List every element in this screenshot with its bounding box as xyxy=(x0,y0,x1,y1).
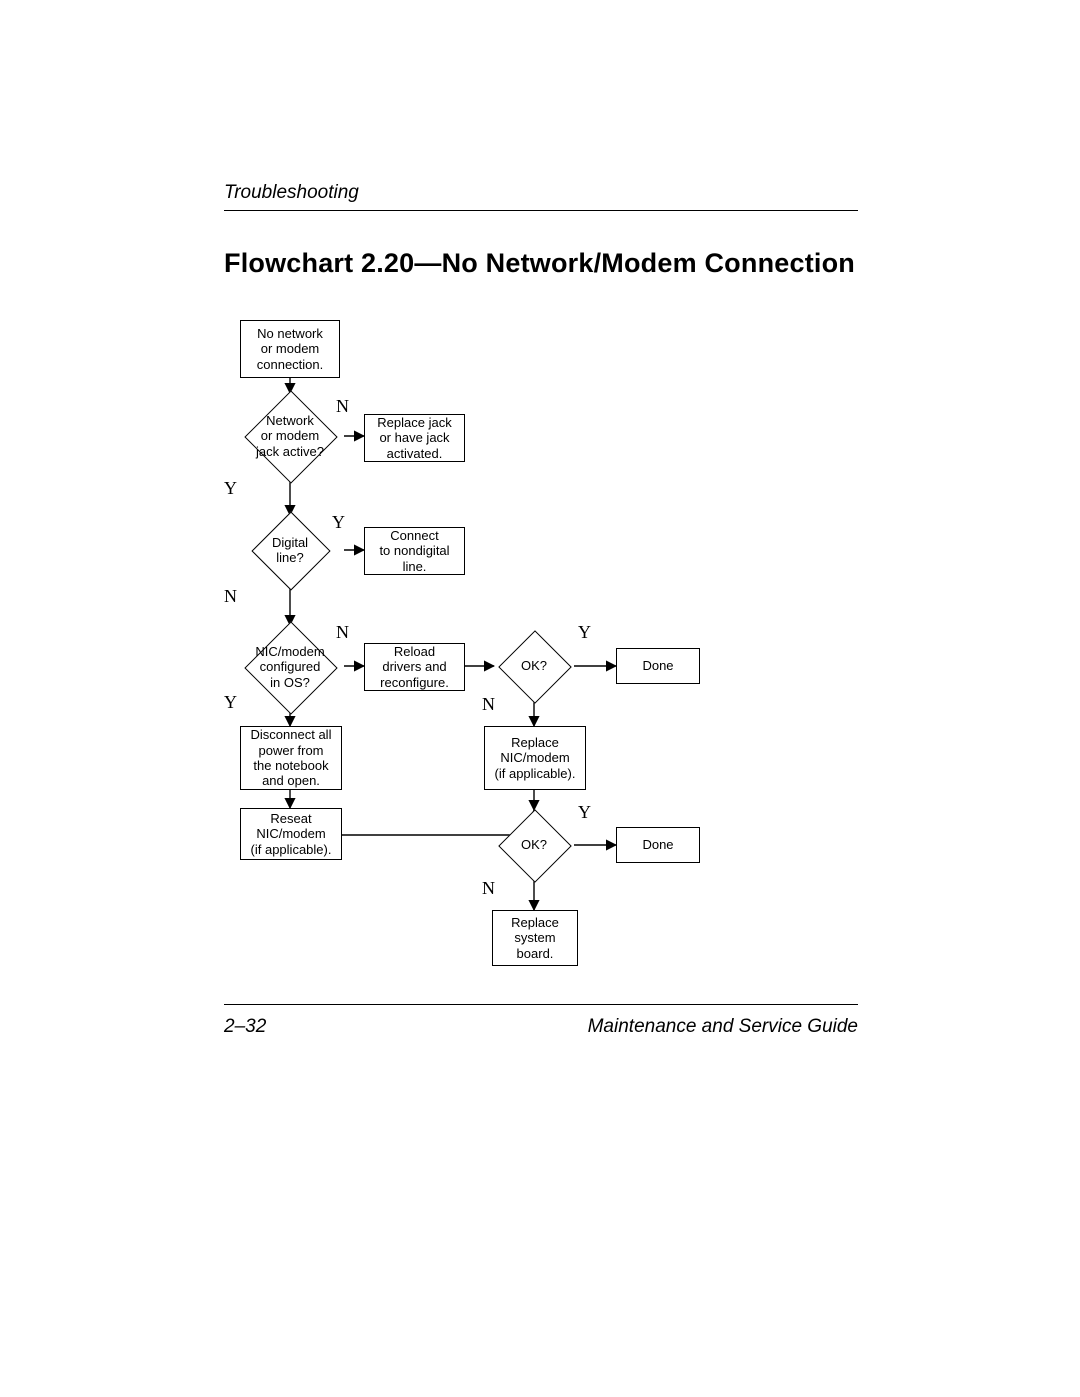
label-y-2: Y xyxy=(332,512,345,533)
d4-text: OK? xyxy=(521,658,547,673)
process-disconnect-power: Disconnect all power from the notebook a… xyxy=(240,726,342,790)
process-replace-nic: Replace NIC/modem (if applicable). xyxy=(484,726,586,790)
label-n-3: N xyxy=(336,622,349,643)
label-n-4: N xyxy=(482,694,495,715)
process-connect-nondigital: Connect to nondigital line. xyxy=(364,527,465,575)
decision-ok-1: OK? xyxy=(494,631,574,701)
process-replace-jack: Replace jack or have jack activated. xyxy=(364,414,465,462)
p5-text: Reseat NIC/modem (if applicable). xyxy=(251,811,332,857)
done1-text: Done xyxy=(642,658,673,673)
header-divider xyxy=(224,210,858,211)
label-y-3: Y xyxy=(224,692,237,713)
process-reseat-nic: Reseat NIC/modem (if applicable). xyxy=(240,808,342,860)
process-replace-system-board: Replace system board. xyxy=(492,910,578,966)
r2-text: Connect to nondigital line. xyxy=(379,528,449,574)
label-n-1: N xyxy=(336,396,349,417)
decision-digital-line: Digital line? xyxy=(236,515,344,585)
p6-text: Replace NIC/modem (if applicable). xyxy=(495,735,576,781)
label-n-2: N xyxy=(224,586,237,607)
label-y-5: Y xyxy=(578,802,591,823)
p4-text: Disconnect all power from the notebook a… xyxy=(251,727,332,788)
page-number: 2–32 xyxy=(224,1016,266,1038)
decision-jack-active: Network or modem jack active? xyxy=(236,393,344,479)
label-y-4: Y xyxy=(578,622,591,643)
start-node: No network or modem connection. xyxy=(240,320,340,378)
page-title: Flowchart 2.20—No Network/Modem Connecti… xyxy=(224,248,858,280)
decision-configured-os: NIC/modem configured in OS? xyxy=(232,624,348,710)
r3-text: Reload drivers and reconfigure. xyxy=(380,644,449,690)
start-text: No network or modem connection. xyxy=(257,326,324,372)
label-y-1: Y xyxy=(224,478,237,499)
process-reload-drivers: Reload drivers and reconfigure. xyxy=(364,643,465,691)
running-header: Troubleshooting xyxy=(224,182,359,204)
terminator-done-2: Done xyxy=(616,827,700,863)
d1-text: Network or modem jack active? xyxy=(256,413,324,459)
d3-text: NIC/modem configured in OS? xyxy=(255,644,324,690)
flowchart: No network or modem connection. Network … xyxy=(224,320,858,980)
footer-divider xyxy=(224,1004,858,1005)
d5-text: OK? xyxy=(521,837,547,852)
terminator-done-1: Done xyxy=(616,648,700,684)
done2-text: Done xyxy=(642,837,673,852)
p7-text: Replace system board. xyxy=(511,915,559,961)
label-n-5: N xyxy=(482,878,495,899)
decision-ok-2: OK? xyxy=(494,810,574,880)
guide-name: Maintenance and Service Guide xyxy=(588,1016,858,1038)
d2-text: Digital line? xyxy=(272,535,308,566)
r1-text: Replace jack or have jack activated. xyxy=(377,415,451,461)
